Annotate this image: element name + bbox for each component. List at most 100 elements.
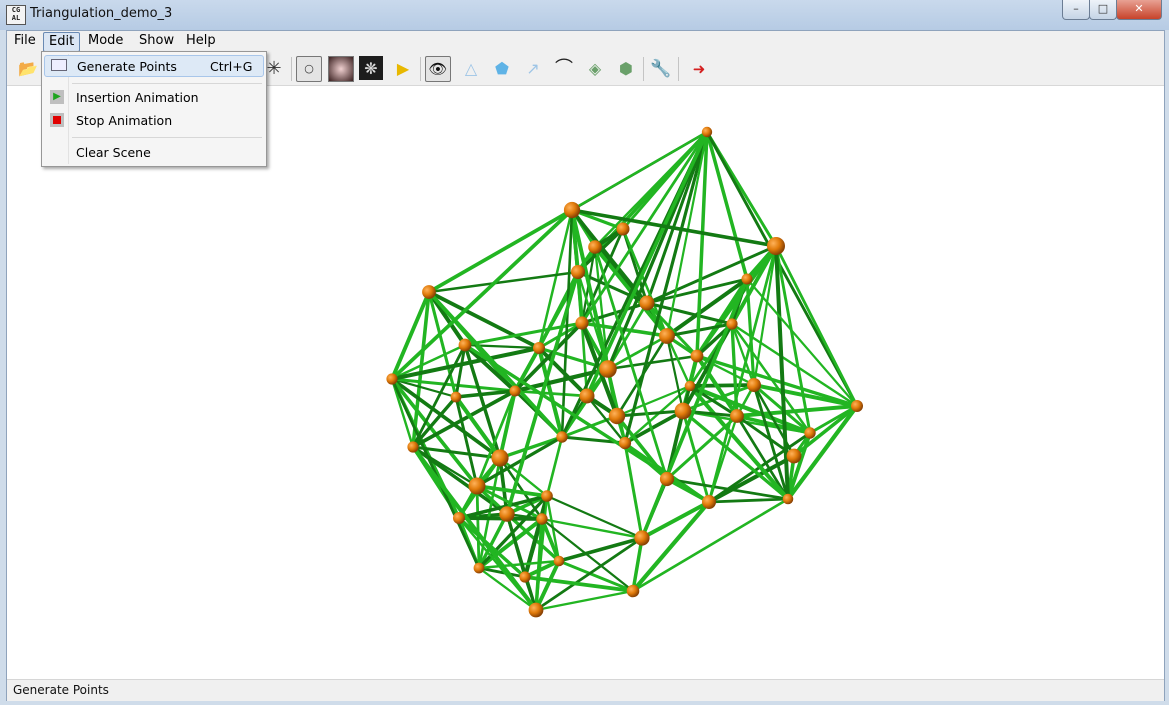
close-button[interactable]: ✕ bbox=[1116, 0, 1162, 20]
tools-icon[interactable]: 🔧 bbox=[648, 56, 674, 82]
triangulation-vertex bbox=[674, 402, 692, 420]
triangulation-vertex bbox=[519, 571, 531, 583]
menu-bar: File Edit Mode Show Help bbox=[7, 31, 1164, 52]
arrow-icon[interactable]: ↗ bbox=[520, 56, 546, 82]
triangulation-vertex bbox=[499, 506, 515, 522]
triangulation-edge bbox=[457, 516, 544, 521]
spider-web-icon[interactable]: ❋ bbox=[359, 56, 383, 80]
triangulation-vertex bbox=[701, 126, 713, 138]
triangulation-vertex bbox=[553, 555, 565, 567]
arc-icon[interactable]: ⌒ bbox=[551, 56, 577, 82]
triangulation-vertex bbox=[575, 316, 589, 330]
triangulation-vertex bbox=[453, 512, 465, 524]
insertion-animation-label: Insertion Animation bbox=[76, 90, 199, 105]
triangulation-vertex bbox=[579, 388, 595, 404]
generate-points-label: Generate Points bbox=[77, 59, 177, 74]
toolbar-separator bbox=[643, 57, 644, 81]
maximize-button[interactable]: □ bbox=[1089, 0, 1117, 20]
triangulation-vertex bbox=[571, 265, 585, 279]
triangulation-vertex bbox=[536, 513, 548, 525]
triangulation-edge bbox=[540, 517, 644, 540]
triangulation-vertex bbox=[684, 380, 696, 392]
triangulation-vertex bbox=[563, 201, 581, 219]
clear-scene-label: Clear Scene bbox=[76, 145, 151, 160]
triangulation-edge bbox=[630, 499, 712, 594]
exit-icon[interactable]: ➜ bbox=[686, 56, 712, 82]
triangulation-vertex bbox=[533, 342, 545, 354]
clear-scene-item[interactable]: Clear Scene bbox=[44, 142, 264, 164]
triangulation-vertex bbox=[804, 427, 816, 439]
minimize-button[interactable]: – bbox=[1062, 0, 1090, 20]
triangulation-vertex bbox=[509, 385, 521, 397]
stop-animation-label: Stop Animation bbox=[76, 113, 173, 128]
folder-open-icon[interactable]: 📂 bbox=[15, 56, 41, 82]
menu-mode[interactable]: Mode bbox=[83, 32, 128, 50]
triangulation-vertex bbox=[491, 449, 509, 467]
triangulation-vertex bbox=[588, 240, 602, 254]
window-title: Triangulation_demo_3 bbox=[30, 6, 173, 21]
menu-show[interactable]: Show bbox=[134, 32, 179, 50]
triangulation-vertex bbox=[407, 441, 419, 453]
menu-separator bbox=[72, 83, 262, 84]
status-bar: Generate Points bbox=[7, 679, 1164, 701]
triangulation-edges bbox=[389, 130, 860, 613]
triangulation-vertex bbox=[450, 391, 462, 403]
keyboard-icon bbox=[51, 59, 67, 71]
menu-file[interactable]: File bbox=[9, 32, 41, 50]
edit-menu-dropdown: Generate Points Ctrl+G ▶ Insertion Anima… bbox=[41, 51, 267, 167]
mesh-icon[interactable]: ⬢ bbox=[613, 56, 639, 82]
triangulation-vertex bbox=[767, 237, 785, 255]
triangulation-vertex bbox=[468, 477, 486, 495]
triangulation-vertex bbox=[616, 222, 630, 236]
menu-edit[interactable]: Edit bbox=[43, 32, 81, 52]
generate-points-shortcut: Ctrl+G bbox=[210, 59, 253, 74]
triangulation-vertex bbox=[659, 471, 675, 487]
title-bar[interactable]: CG AL Triangulation_demo_3 – □ ✕ bbox=[0, 0, 1169, 30]
triangulation-edge bbox=[389, 345, 542, 382]
menu-help[interactable]: Help bbox=[181, 32, 221, 50]
triangulation-edge bbox=[707, 497, 790, 504]
triangulation-vertex bbox=[726, 318, 738, 330]
generate-points-item[interactable]: Generate Points Ctrl+G bbox=[44, 55, 264, 77]
triangulation-vertex bbox=[386, 373, 398, 385]
triangulation-edge bbox=[545, 494, 644, 540]
triangulation-vertex bbox=[422, 285, 436, 299]
triangulation-vertex bbox=[599, 360, 617, 378]
triangulation-vertex bbox=[851, 400, 863, 412]
triangulation-vertex bbox=[458, 338, 472, 352]
triangulation-vertex bbox=[528, 602, 544, 618]
triangulation-vertex bbox=[556, 431, 568, 443]
triangulation-vertex bbox=[659, 328, 675, 344]
app-icon: CG AL bbox=[6, 5, 26, 25]
triangle-icon[interactable]: △ bbox=[458, 56, 484, 82]
blurred-texture-icon[interactable] bbox=[328, 56, 354, 82]
triangulation-edge bbox=[640, 500, 711, 540]
menu-separator bbox=[72, 137, 262, 138]
stop-red-icon bbox=[50, 113, 64, 127]
triangulation-vertex bbox=[618, 436, 632, 450]
eye-icon[interactable]: 👁 bbox=[425, 56, 451, 82]
toolbar-separator bbox=[291, 57, 292, 81]
triangulation-vertex bbox=[626, 584, 640, 598]
insertion-animation-item[interactable]: ▶ Insertion Animation bbox=[44, 87, 264, 109]
polygon-icon[interactable]: ◈ bbox=[582, 56, 608, 82]
stop-animation-item[interactable]: Stop Animation bbox=[44, 110, 264, 132]
triangulation-vertex bbox=[608, 407, 626, 425]
triangulation-vertex bbox=[786, 448, 802, 464]
triangulation-vertex bbox=[639, 295, 655, 311]
triangulation-edge bbox=[475, 484, 481, 570]
status-text: Generate Points bbox=[13, 683, 109, 697]
viewer-canvas[interactable] bbox=[7, 86, 1164, 678]
triangulation-vertex bbox=[541, 490, 553, 502]
play-icon[interactable]: ▶ bbox=[390, 56, 416, 82]
point-mode-icon[interactable]: ○ bbox=[296, 56, 322, 82]
app-window: CG AL Triangulation_demo_3 – □ ✕ File Ed… bbox=[0, 0, 1169, 705]
triangulation-edge bbox=[631, 497, 790, 593]
triangulation-vertex bbox=[473, 562, 485, 574]
pentagon-icon[interactable]: ⬟ bbox=[489, 56, 515, 82]
triangulation-vertex bbox=[741, 273, 753, 285]
triangulation-scene[interactable] bbox=[7, 86, 1164, 678]
toolbar-separator bbox=[678, 57, 679, 81]
triangulation-vertex bbox=[730, 409, 744, 423]
triangulation-vertex bbox=[634, 530, 650, 546]
